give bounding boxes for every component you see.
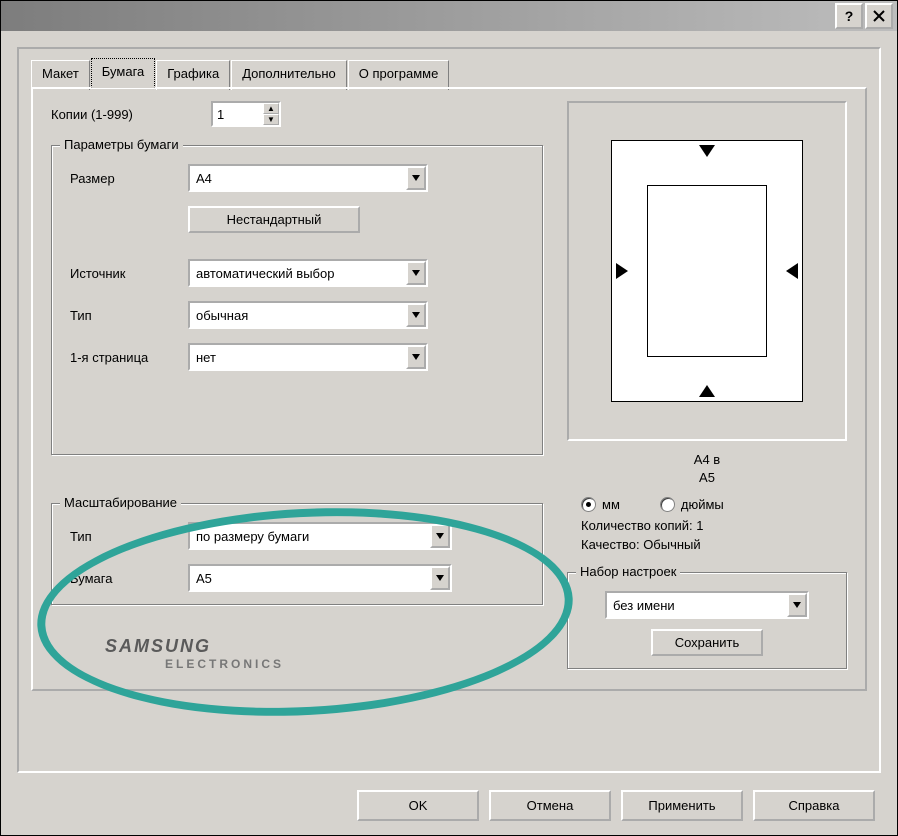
- preset-combo[interactable]: без имени: [605, 591, 809, 619]
- brand-logo: SAMSUNG ELECTRONICS: [105, 636, 284, 671]
- title-bar: ?: [1, 1, 897, 31]
- left-column: Копии (1-999) ▲ ▼ Параметры бумаги Разме…: [51, 101, 543, 605]
- scaling-paper-label: Бумага: [64, 571, 188, 586]
- type-combo[interactable]: обычная: [188, 301, 428, 329]
- chevron-down-icon: [436, 575, 444, 581]
- copies-input[interactable]: [213, 103, 263, 125]
- arrow-up-icon: [699, 385, 715, 397]
- preset-group: Набор настроек без имени Сохранить: [567, 572, 847, 669]
- source-label: Источник: [64, 266, 188, 281]
- arrow-down-icon: [699, 145, 715, 157]
- unit-mm-label: мм: [602, 497, 620, 512]
- size-value: A4: [190, 171, 406, 186]
- dialog-window: ? Макет Бумага Графика Дополнительно О п…: [0, 0, 898, 836]
- units-row: мм дюймы: [567, 487, 847, 516]
- scaling-paper-combo[interactable]: A5: [188, 564, 452, 592]
- custom-size-button[interactable]: Нестандартный: [188, 206, 360, 233]
- radio-icon: [581, 497, 596, 512]
- paper-parameters-group: Параметры бумаги Размер A4 Нестандартный: [51, 145, 543, 455]
- close-icon: [873, 10, 885, 22]
- unit-inches-radio[interactable]: дюймы: [660, 497, 724, 512]
- tab-advanced[interactable]: Дополнительно: [231, 60, 347, 90]
- tab-layout[interactable]: Макет: [31, 60, 90, 90]
- copies-down[interactable]: ▼: [263, 114, 279, 125]
- type-label: Тип: [64, 308, 188, 323]
- unit-inches-label: дюймы: [681, 497, 724, 512]
- preview-inner-page: [647, 185, 767, 357]
- type-value: обычная: [190, 308, 406, 323]
- unit-mm-radio[interactable]: мм: [581, 497, 620, 512]
- chevron-down-icon: [412, 354, 420, 360]
- chevron-down-icon: [793, 602, 801, 608]
- scaling-paper-dropdown-button[interactable]: [430, 566, 450, 590]
- preset-save-button[interactable]: Сохранить: [651, 629, 763, 656]
- tab-graphics[interactable]: Графика: [156, 60, 230, 90]
- scaling-type-combo[interactable]: по размеру бумаги: [188, 522, 452, 550]
- scaling-group: Масштабирование Тип по размеру бумаги Бу…: [51, 503, 543, 605]
- arrow-right-icon: [616, 263, 628, 279]
- source-combo[interactable]: автоматический выбор: [188, 259, 428, 287]
- firstpage-combo[interactable]: нет: [188, 343, 428, 371]
- preview-outer-page: [611, 140, 803, 402]
- scaling-type-label: Тип: [64, 529, 188, 544]
- type-dropdown-button[interactable]: [406, 303, 426, 327]
- copies-spinner[interactable]: ▲ ▼: [211, 101, 281, 127]
- info-quality: Качество: Обычный: [567, 535, 847, 554]
- size-dropdown-button[interactable]: [406, 166, 426, 190]
- arrow-left-icon: [786, 263, 798, 279]
- preset-dropdown-button[interactable]: [787, 593, 807, 617]
- size-label: Размер: [64, 171, 188, 186]
- firstpage-dropdown-button[interactable]: [406, 345, 426, 369]
- firstpage-value: нет: [190, 350, 406, 365]
- firstpage-label: 1-я страница: [64, 350, 188, 365]
- copies-label: Копии (1-999): [51, 107, 211, 122]
- tab-body: Копии (1-999) ▲ ▼ Параметры бумаги Разме…: [31, 87, 867, 691]
- close-button[interactable]: [865, 3, 893, 29]
- cancel-button[interactable]: Отмена: [489, 790, 611, 821]
- radio-icon: [660, 497, 675, 512]
- preset-legend: Набор настроек: [576, 564, 680, 579]
- size-combo[interactable]: A4: [188, 164, 428, 192]
- chevron-down-icon: [412, 175, 420, 181]
- page-preview: [567, 101, 847, 441]
- help-button-bottom[interactable]: Справка: [753, 790, 875, 821]
- preview-caption: A4 в A5: [567, 451, 847, 487]
- question-icon: ?: [845, 8, 854, 24]
- chevron-down-icon: [436, 533, 444, 539]
- copies-up[interactable]: ▲: [263, 103, 279, 114]
- scaling-type-value: по размеру бумаги: [190, 529, 430, 544]
- dialog-panel: Макет Бумага Графика Дополнительно О про…: [17, 47, 881, 773]
- scaling-legend: Масштабирование: [60, 495, 181, 510]
- preset-value: без имени: [607, 598, 787, 613]
- source-value: автоматический выбор: [190, 266, 406, 281]
- ok-button[interactable]: OK: [357, 790, 479, 821]
- help-button[interactable]: ?: [835, 3, 863, 29]
- scaling-paper-value: A5: [190, 571, 430, 586]
- tab-strip: Макет Бумага Графика Дополнительно О про…: [31, 59, 450, 89]
- scaling-type-dropdown-button[interactable]: [430, 524, 450, 548]
- apply-button[interactable]: Применить: [621, 790, 743, 821]
- tab-paper[interactable]: Бумага: [91, 58, 155, 88]
- info-copies: Количество копий: 1: [567, 516, 847, 535]
- dialog-buttons: OK Отмена Применить Справка: [357, 790, 875, 821]
- tab-about[interactable]: О программе: [348, 60, 450, 90]
- source-dropdown-button[interactable]: [406, 261, 426, 285]
- chevron-down-icon: [412, 312, 420, 318]
- chevron-down-icon: [412, 270, 420, 276]
- paper-group-legend: Параметры бумаги: [60, 137, 183, 152]
- right-column: A4 в A5 мм дюймы Количество копий: 1 Кач…: [567, 101, 847, 669]
